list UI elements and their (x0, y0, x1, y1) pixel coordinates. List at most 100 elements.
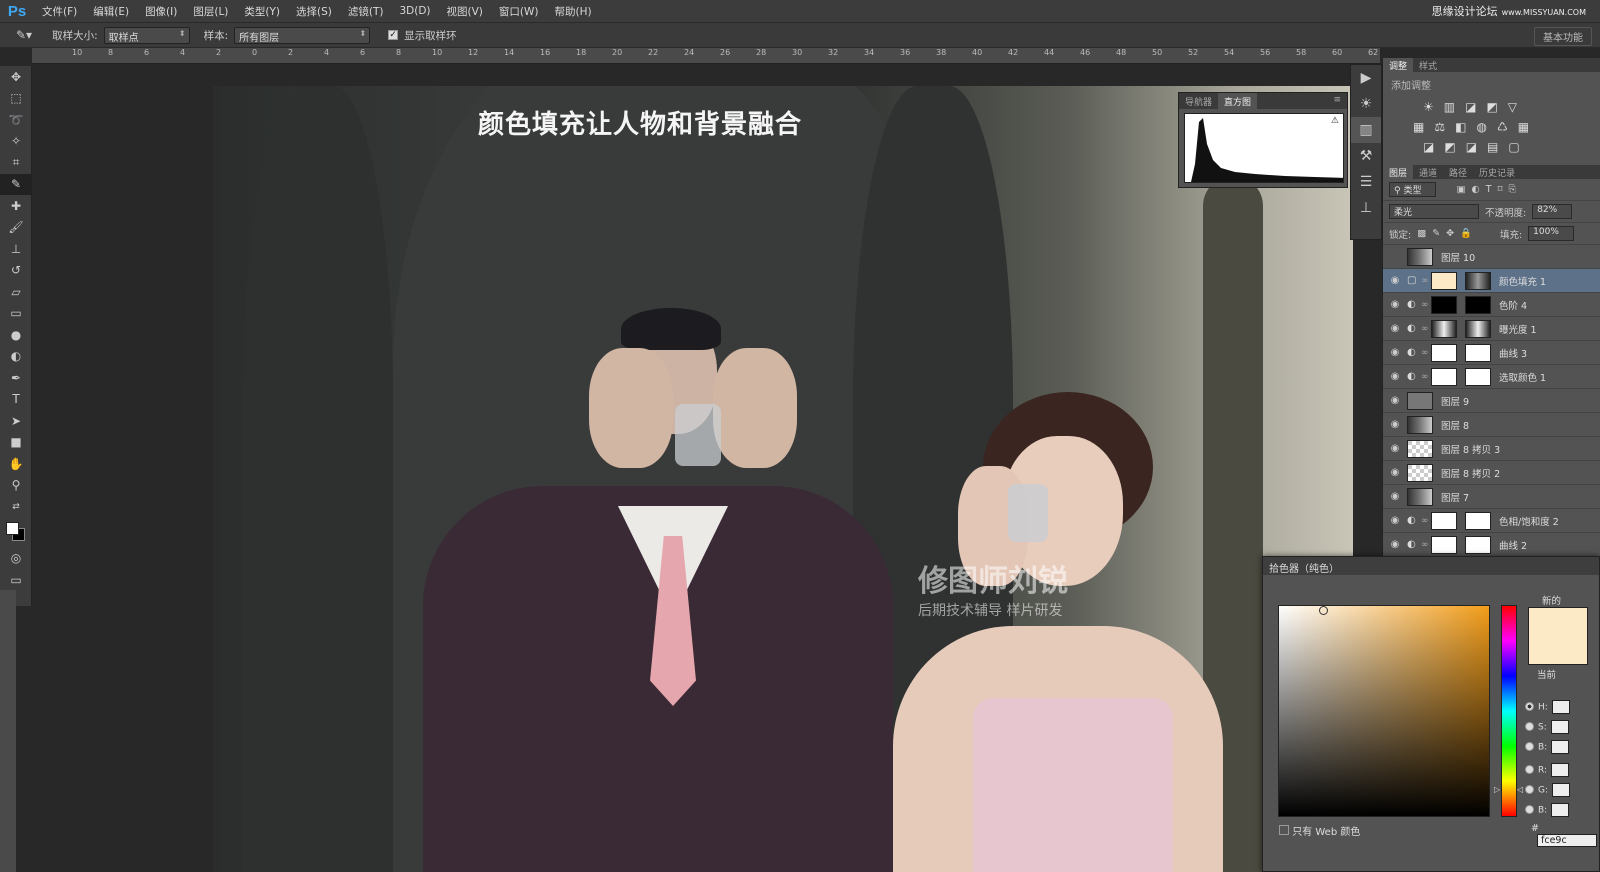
show-ring-checkbox[interactable]: ✓ (388, 30, 399, 40)
photo-filter-icon[interactable]: ◍ (1476, 120, 1486, 134)
layer-row[interactable]: ◉ 图层 9 (1383, 389, 1600, 413)
hex-input[interactable]: fce9c (1537, 834, 1597, 847)
crop-tool-icon[interactable]: ⌗ (0, 152, 32, 174)
red-radio[interactable]: R: (1525, 763, 1570, 777)
layer-thumbnail[interactable] (1431, 295, 1457, 314)
eyedropper-tool-preset-icon[interactable]: ✎▾ (16, 28, 32, 42)
layer-mask-thumbnail[interactable] (1465, 319, 1491, 338)
visibility-eye-icon[interactable]: ◉ (1383, 299, 1407, 310)
color-swatches[interactable] (0, 518, 32, 548)
chain-link-icon[interactable]: ∞ (1421, 540, 1431, 550)
brightness-input[interactable] (1551, 740, 1570, 754)
layer-mask-thumbnail[interactable] (1465, 511, 1491, 530)
layer-row[interactable]: ◉ ◐ ∞ 色相/饱和度 2 (1383, 509, 1600, 533)
invert-icon[interactable]: ◪ (1423, 140, 1434, 154)
lock-position-icon[interactable]: ✥ (1446, 228, 1454, 239)
green-input[interactable] (1552, 783, 1571, 797)
hue-slider-handle-right[interactable]: ◁ (1517, 785, 1523, 794)
menu-3d[interactable]: 3D(D) (391, 5, 438, 17)
menu-edit[interactable]: 编辑(E) (85, 4, 137, 19)
type-tool-icon[interactable]: T (0, 389, 32, 411)
green-radio-dot[interactable] (1525, 784, 1534, 794)
saturation-input[interactable] (1550, 720, 1569, 734)
move-tool-icon[interactable]: ✥ (0, 66, 32, 88)
visibility-eye-icon[interactable]: ◉ (1383, 491, 1407, 502)
visibility-eye-icon[interactable]: ◉ (1383, 347, 1407, 358)
visibility-eye-icon[interactable]: ◉ (1383, 515, 1407, 526)
hue-slider-handle[interactable]: ▷ (1494, 785, 1500, 794)
layer-thumbnail[interactable] (1407, 439, 1433, 458)
foreground-color-swatch[interactable] (6, 521, 19, 535)
tab-histogram[interactable]: 直方图 (1218, 93, 1258, 109)
sample-select[interactable]: 所有图层 (234, 26, 371, 44)
tool-presets-icon[interactable]: ⚒ (1351, 143, 1381, 169)
marquee-tool-icon[interactable]: ⬚ (0, 88, 32, 110)
bw-icon[interactable]: ◧ (1455, 120, 1466, 134)
levels-icon[interactable]: ▥ (1444, 100, 1455, 114)
layer-filter-kind-select[interactable]: ⚲ 类型 (1389, 182, 1437, 197)
gradient-tool-icon[interactable]: ▭ (0, 303, 32, 325)
tab-history[interactable]: 历史记录 (1473, 165, 1521, 179)
layer-mask-thumbnail[interactable] (1465, 295, 1491, 314)
brush-tool-icon[interactable]: 🖌 (0, 217, 32, 239)
visibility-eye-icon[interactable]: ◉ (1383, 275, 1407, 286)
shape-tool-icon[interactable]: ■ (0, 432, 32, 454)
web-colors-only-checkbox[interactable]: 只有 Web 颜色 (1279, 823, 1360, 838)
menu-layer[interactable]: 图层(L) (185, 4, 236, 19)
red-input[interactable] (1551, 763, 1570, 777)
layer-row[interactable]: ◉ 图层 8 (1383, 413, 1600, 437)
menu-filter[interactable]: 滤镜(T) (340, 4, 392, 19)
green-radio[interactable]: G: (1525, 783, 1571, 797)
curves-icon[interactable]: ◪ (1465, 100, 1476, 114)
lock-pixels-icon[interactable]: ✎ (1432, 228, 1440, 239)
exposure-icon[interactable]: ◩ (1486, 100, 1497, 114)
layer-row[interactable]: ◉ ◐ ∞ 曝光度 1 (1383, 317, 1600, 341)
visibility-eye-icon[interactable]: ◉ (1383, 323, 1407, 334)
chain-link-icon[interactable]: ∞ (1421, 300, 1431, 310)
blur-tool-icon[interactable]: ● (0, 324, 32, 346)
selective-color-icon[interactable]: ▢ (1508, 140, 1519, 154)
hue-radio[interactable]: H: (1525, 700, 1570, 714)
healing-tool-icon[interactable]: ✚ (0, 195, 32, 217)
play-icon[interactable]: ▶ (1351, 65, 1381, 91)
chain-link-icon[interactable]: ∞ (1421, 372, 1431, 382)
visibility-eye-icon[interactable]: ◉ (1383, 443, 1407, 454)
layer-row[interactable]: ◉ ◐ ∞ 曲线 3 (1383, 341, 1600, 365)
red-radio-dot[interactable] (1525, 764, 1534, 774)
eyedropper-tool-icon[interactable]: ✎ (0, 173, 32, 195)
pen-tool-icon[interactable]: ✒ (0, 367, 32, 389)
channel-mixer-icon[interactable]: ♺ (1497, 120, 1508, 134)
brightness-radio[interactable]: B: (1525, 740, 1570, 754)
zoom-tool-icon[interactable]: ⚲ (0, 475, 32, 497)
quick-select-tool-icon[interactable]: ✧ (0, 131, 32, 153)
layer-row[interactable]: 图层 10 (1383, 245, 1600, 269)
visibility-eye-icon[interactable]: ◉ (1383, 395, 1407, 406)
fill-input[interactable]: 100% (1528, 226, 1574, 241)
dodge-tool-icon[interactable]: ◐ (0, 346, 32, 368)
layer-thumbnail[interactable] (1431, 367, 1457, 386)
layer-thumbnail[interactable] (1431, 271, 1457, 290)
layer-mask-thumbnail[interactable] (1465, 367, 1491, 386)
layer-row[interactable]: ◉ 图层 8 拷贝 3 (1383, 437, 1600, 461)
swap-colors-icon[interactable]: ⇄ (0, 496, 32, 518)
hue-input[interactable] (1551, 700, 1570, 714)
history-brush-icon[interactable]: ↺ (0, 260, 32, 282)
lasso-tool-icon[interactable]: ➰ (0, 109, 32, 131)
workspace-switcher[interactable]: 基本功能 (1534, 27, 1592, 46)
threshold-icon[interactable]: ◪ (1466, 140, 1477, 154)
hand-tool-icon[interactable]: ✋ (0, 453, 32, 475)
filter-pixel-icon[interactable]: ▣ (1456, 184, 1465, 195)
chain-link-icon[interactable]: ∞ (1421, 348, 1431, 358)
warning-icon[interactable]: ⚠ (1331, 116, 1339, 126)
layer-row[interactable]: ◉ ◐ ∞ 色阶 4 (1383, 293, 1600, 317)
eraser-tool-icon[interactable]: ▱ (0, 281, 32, 303)
menu-view[interactable]: 视图(V) (439, 4, 491, 19)
hue-radio-dot[interactable] (1525, 701, 1534, 711)
blend-mode-select[interactable]: 柔光 (1389, 204, 1479, 219)
chain-link-icon[interactable]: ∞ (1421, 276, 1431, 286)
lock-transparent-icon[interactable]: ▩ (1417, 228, 1426, 239)
opacity-input[interactable]: 82% (1532, 204, 1573, 219)
gradient-map-icon[interactable]: ▤ (1487, 140, 1498, 154)
layer-row[interactable]: ◉ 图层 7 (1383, 485, 1600, 509)
color-balance-icon[interactable]: ⚖ (1434, 120, 1445, 134)
